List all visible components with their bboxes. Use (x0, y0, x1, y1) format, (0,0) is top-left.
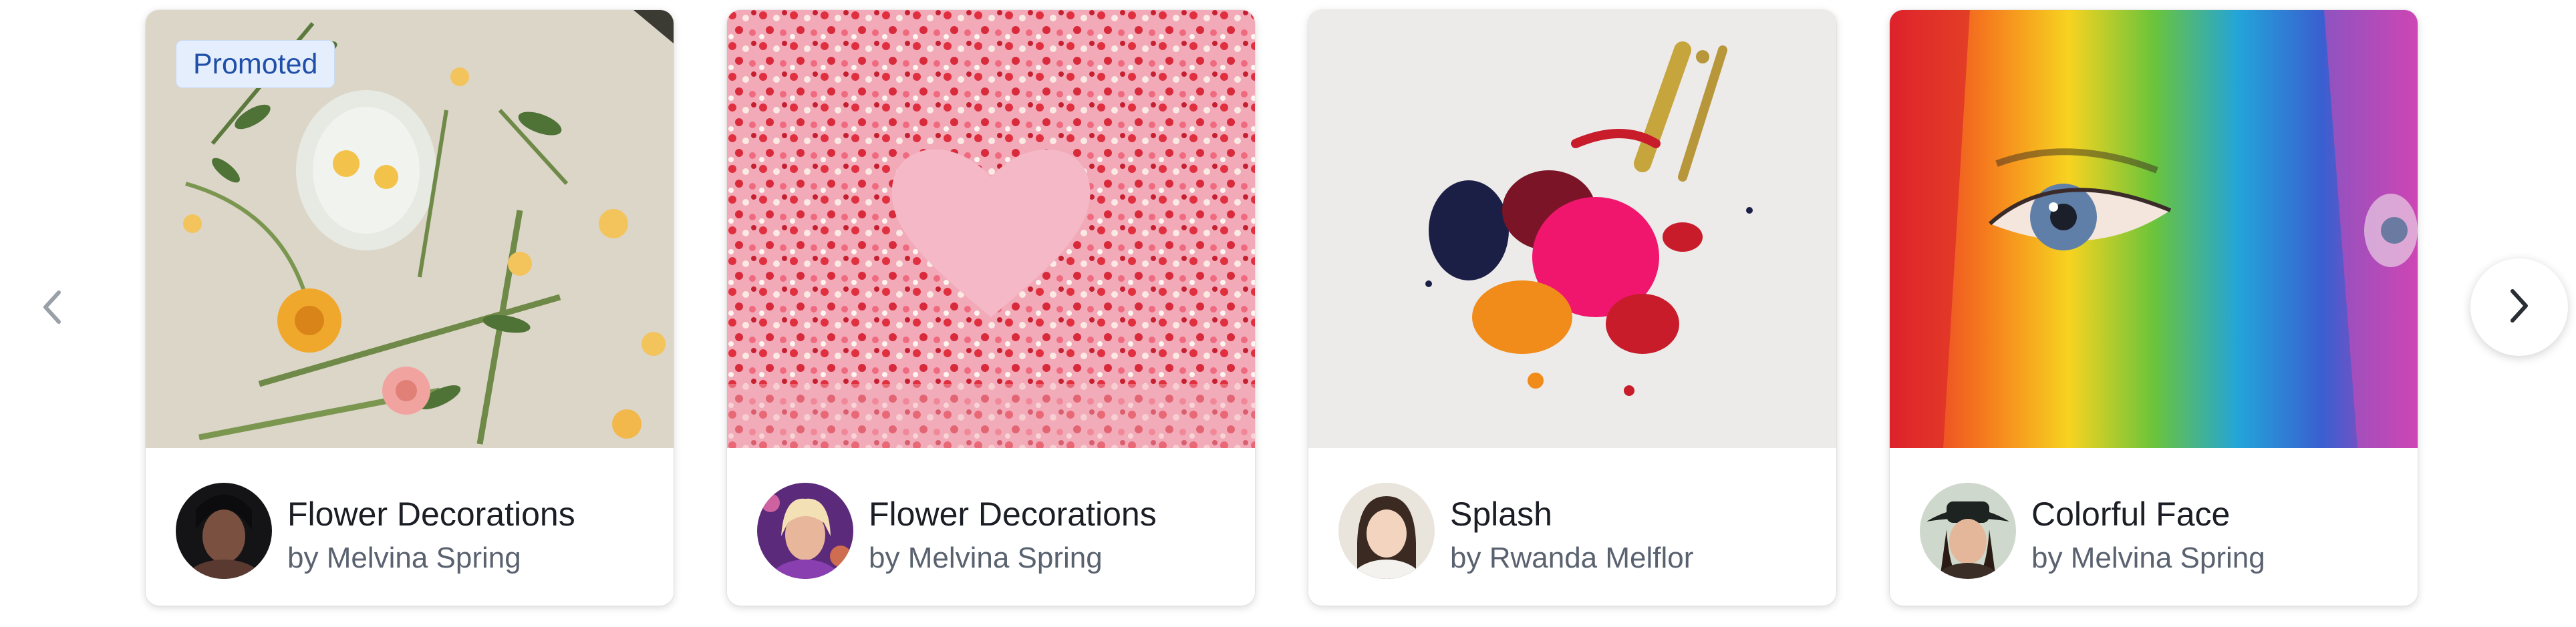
card-title: Colorful Face (2031, 495, 2231, 533)
promoted-badge: Promoted (176, 40, 335, 88)
chevron-right-icon (2506, 286, 2533, 329)
carousel-prev-button[interactable] (19, 275, 86, 342)
card-image (727, 10, 1255, 448)
card-colorful-face[interactable]: Colorful Face by Melvina Spring (1890, 10, 2418, 606)
card-footer: Splash by Rwanda Melflor (1308, 448, 1836, 606)
card-author: by Melvina Spring (869, 542, 1103, 574)
chevron-left-icon (39, 287, 65, 331)
carousel-next-button[interactable] (2470, 258, 2568, 356)
card-author: by Rwanda Melflor (1450, 542, 1694, 574)
card-splash[interactable]: Splash by Rwanda Melflor (1308, 10, 1836, 606)
author-avatar (757, 483, 853, 579)
card-author: by Melvina Spring (2031, 542, 2265, 574)
card-author: by Melvina Spring (287, 542, 521, 574)
card-title: Flower Decorations (869, 495, 1157, 533)
card-title: Splash (1450, 495, 1552, 533)
card-footer: Colorful Face by Melvina Spring (1890, 448, 2418, 606)
card-title: Flower Decorations (287, 495, 575, 533)
author-avatar (1920, 483, 2016, 579)
card-flower-decorations[interactable]: Promoted Flower Decorations by Melvina S… (146, 10, 674, 606)
card-image (1890, 10, 2418, 448)
author-avatar (176, 483, 272, 579)
author-avatar (1338, 483, 1435, 579)
card-footer: Flower Decorations by Melvina Spring (727, 448, 1255, 606)
card-footer: Flower Decorations by Melvina Spring (146, 448, 674, 606)
card-flower-decorations-2[interactable]: Flower Decorations by Melvina Spring (727, 10, 1255, 606)
card-image (1308, 10, 1836, 448)
card-image: Promoted (146, 10, 674, 448)
